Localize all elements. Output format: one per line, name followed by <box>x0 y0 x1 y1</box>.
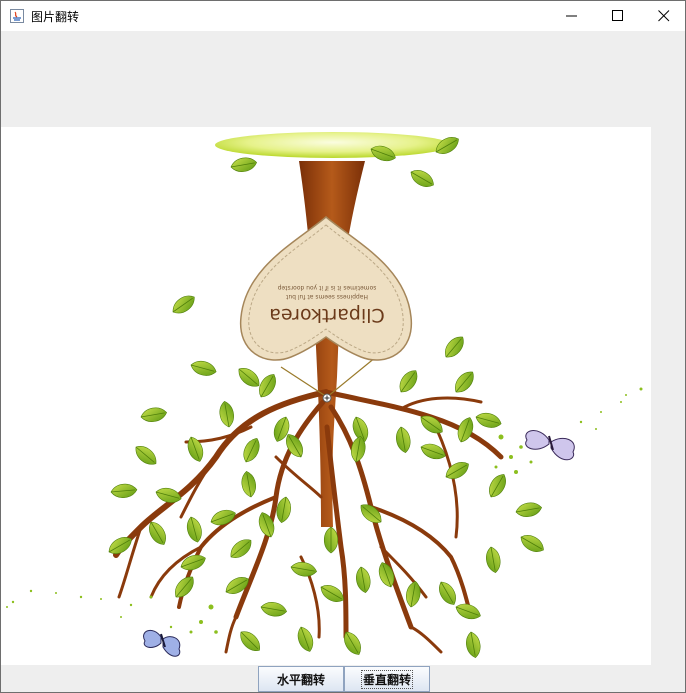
butterfly-left <box>143 629 181 657</box>
content-pane: Clipartkorea Happiness seems at ful but … <box>1 31 685 692</box>
butterfly-right <box>525 430 575 461</box>
minimize-button[interactable] <box>549 1 595 31</box>
close-icon <box>658 10 670 22</box>
vertical-flip-label: 垂直翻转 <box>360 669 414 689</box>
horizontal-flip-label: 水平翻转 <box>276 672 325 687</box>
tag-brand-text: Clipartkorea <box>269 304 384 326</box>
flipped-image-panel: Clipartkorea Happiness seems at ful but … <box>1 127 651 665</box>
java-app-icon <box>10 9 24 23</box>
maximize-button[interactable] <box>595 1 641 31</box>
tree-illustration: Clipartkorea Happiness seems at ful but … <box>6 132 643 660</box>
vertical-flip-button[interactable]: 垂直翻转 <box>344 666 430 692</box>
tree-branches <box>113 389 504 654</box>
tag-tagline-2: sometimes it is if it you doorstep <box>277 284 376 291</box>
window-title: 图片翻转 <box>31 10 80 24</box>
minimize-icon <box>566 15 577 17</box>
title-bar: 图片翻转 <box>1 1 685 31</box>
maximize-icon <box>612 10 623 21</box>
app-window: 图片翻转 Clipartkorea Happiness seems at ful… <box>0 0 686 693</box>
close-button[interactable] <box>641 1 686 31</box>
ground-disc <box>215 132 451 158</box>
tag-tagline-1: Happiness seems at ful but <box>285 293 368 300</box>
horizontal-flip-button[interactable]: 水平翻转 <box>258 666 344 692</box>
